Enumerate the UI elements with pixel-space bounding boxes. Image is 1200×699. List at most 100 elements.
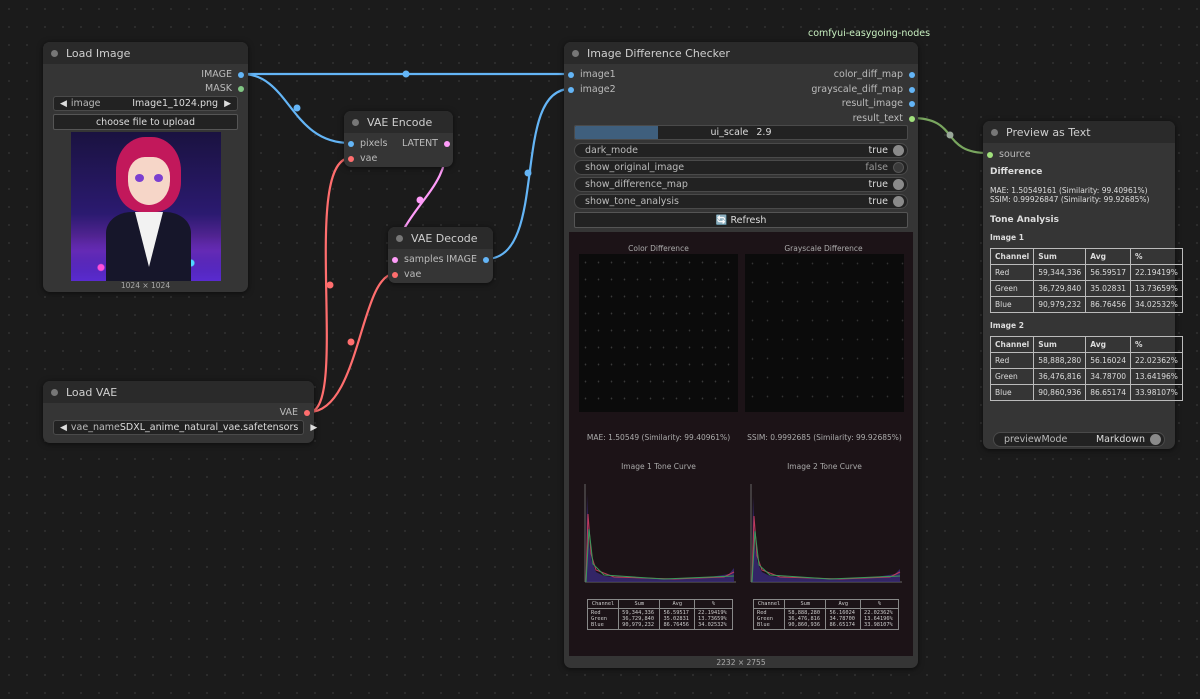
node-title-bar[interactable]: Load Image	[43, 42, 248, 64]
image-difference-checker-node[interactable]: Image Difference Checker image1 image2 c…	[564, 42, 918, 668]
node-title-bar[interactable]: VAE Encode	[344, 111, 453, 133]
show-original-image-toggle[interactable]: show_original_image false	[574, 160, 908, 175]
input-image1-slot[interactable]: image1	[568, 69, 616, 80]
node-title-bar[interactable]: VAE Decode	[388, 227, 493, 249]
input-image2-slot[interactable]: image2	[568, 84, 616, 95]
toggle-knob-icon[interactable]	[893, 162, 904, 173]
arrow-right-icon[interactable]: ▶	[310, 423, 317, 433]
toggle-knob-icon[interactable]	[893, 196, 904, 207]
node-title: VAE Encode	[367, 115, 433, 129]
output-pin-icon[interactable]	[238, 71, 244, 78]
input-pin-icon[interactable]	[568, 71, 574, 78]
input-samples-slot[interactable]: samples	[392, 254, 444, 265]
output-latent-slot[interactable]: LATENT	[402, 138, 450, 149]
input-vae-slot[interactable]: vae	[348, 153, 377, 164]
input-pin-icon[interactable]	[392, 256, 398, 263]
arrow-left-icon[interactable]: ◀	[60, 99, 67, 109]
wire-result-text-to-preview	[911, 116, 989, 155]
load-vae-node[interactable]: Load VAE VAE ◀ vae_name SDXL_anime_natur…	[43, 381, 317, 443]
collapse-dot-icon[interactable]	[51, 49, 58, 57]
output-vae-slot[interactable]: VAE	[280, 407, 310, 418]
markdown-output: Difference MAE: 1.50549161 (Similarity: …	[989, 167, 1183, 401]
combo-value: Image1_1024.png	[132, 98, 219, 109]
load-image-node[interactable]: Load Image IMAGE MASK ◀ image Image1_102…	[43, 42, 248, 292]
output-pin-icon[interactable]	[444, 140, 450, 147]
table-row: Green 36,476,816 34.78700 13.64196%	[989, 368, 1183, 385]
gray-diff-map	[745, 254, 904, 412]
vae-decode-node[interactable]: VAE Decode samples vae IMAGE	[388, 227, 493, 283]
output-grayscale-diff-map-slot[interactable]: grayscale_diff_map	[811, 84, 915, 95]
wire-decode-image-to-checker-image2	[485, 87, 571, 261]
image2-table: Channel Sum Avg% Red 58,888,280 56.16024 22.0…	[989, 336, 1183, 401]
output-color-diff-map-slot[interactable]: color_diff_map	[834, 69, 915, 80]
tone-curve-2-chart	[750, 484, 902, 583]
output-pin-icon[interactable]	[909, 86, 915, 93]
output-pin-icon[interactable]	[909, 115, 915, 122]
image1-table: Channel Sum Avg% Red 59,344,336 56.59517 22.1…	[989, 248, 1183, 313]
output-pin-icon[interactable]	[238, 85, 244, 92]
output-image-slot[interactable]: IMAGE	[201, 69, 244, 80]
toggle-knob-icon[interactable]	[893, 145, 904, 156]
toggle-value: true	[868, 145, 889, 156]
vae-encode-node[interactable]: VAE Encode pixels vae LATENT	[344, 111, 453, 167]
output-pin-icon[interactable]	[909, 100, 915, 107]
input-pin-icon[interactable]	[392, 271, 398, 278]
collapse-dot-icon[interactable]	[51, 388, 58, 396]
gray-diff-title: Grayscale Difference	[784, 244, 863, 253]
ssim-line: SSIM: 0.99926847 (Similarity: 99.92685%)	[990, 195, 1150, 204]
preview-as-text-node[interactable]: Preview as Text source Difference MAE: 1…	[983, 121, 1183, 449]
output-mask-slot[interactable]: MASK	[205, 83, 244, 94]
toggle-knob-icon[interactable]	[893, 179, 904, 190]
input-vae-slot[interactable]: vae	[392, 269, 421, 280]
dark-mode-toggle[interactable]: dark_mode true	[574, 143, 908, 158]
group-label: comfyui-easygoing-nodes	[808, 28, 931, 39]
output-pin-icon[interactable]	[483, 256, 489, 263]
input-pixels-slot[interactable]: pixels	[348, 138, 387, 149]
input-pin-icon[interactable]	[348, 140, 354, 147]
node-title-bar[interactable]: Preview as Text	[983, 121, 1175, 143]
collapse-dot-icon[interactable]	[572, 49, 579, 57]
toggle-label: show_original_image	[585, 162, 685, 173]
collapse-dot-icon[interactable]	[352, 118, 359, 126]
toggle-knob-icon[interactable]	[1150, 434, 1161, 445]
node-title: Image Difference Checker	[587, 46, 730, 60]
toggle-value: true	[868, 196, 889, 207]
collapse-dot-icon[interactable]	[991, 128, 998, 136]
show-tone-analysis-toggle[interactable]: show_tone_analysis true	[574, 194, 908, 209]
node-title-bar[interactable]: Image Difference Checker	[564, 42, 918, 64]
toggle-label: dark_mode	[585, 145, 638, 156]
upload-button[interactable]: choose file to upload	[53, 114, 238, 130]
input-source-slot[interactable]: source	[987, 149, 1031, 160]
table-row: Blue 90,860,936 86.65174 33.98107%	[989, 384, 1183, 401]
output-pin-icon[interactable]	[909, 71, 915, 78]
image1-heading: Image 1	[990, 233, 1024, 242]
wire-image-to-vae-encode	[241, 72, 351, 145]
arrow-left-icon[interactable]: ◀	[60, 423, 67, 433]
node-title: Load VAE	[66, 385, 118, 399]
vae-name-combo[interactable]: ◀ vae_name SDXL_anime_natural_vae.safete…	[53, 420, 317, 435]
preview-mode-toggle[interactable]: previewMode Markdown	[993, 432, 1165, 447]
collapse-dot-icon[interactable]	[396, 234, 403, 242]
slider-value: 2.9	[756, 127, 772, 138]
toggle-value: false	[865, 162, 888, 173]
output-result-image-slot[interactable]: result_image	[842, 98, 915, 109]
tone-table-1: Channel Sum Avg% Red Green Blue 59,344,336 36…	[586, 599, 733, 630]
image-combo[interactable]: ◀ image Image1_1024.png ▶	[53, 96, 238, 111]
output-result-text-slot[interactable]: result_text	[853, 113, 915, 124]
output-pin-icon[interactable]	[304, 409, 310, 416]
combo-value: SDXL_anime_natural_vae.safetensors	[119, 422, 299, 433]
output-image-slot[interactable]: IMAGE	[446, 254, 489, 265]
image-dims: 1024 × 1024	[120, 281, 171, 290]
input-pin-icon[interactable]	[987, 151, 993, 158]
node-title: Load Image	[66, 46, 131, 60]
node-title-bar[interactable]: Load VAE	[43, 381, 314, 403]
toggle-label: previewMode	[1004, 434, 1068, 445]
refresh-button[interactable]: 🔄 Refresh	[574, 212, 908, 228]
input-pin-icon[interactable]	[568, 86, 574, 93]
ui-scale-slider[interactable]: ui_scale 2.9	[574, 125, 908, 140]
input-pin-icon[interactable]	[348, 155, 354, 162]
arrow-right-icon[interactable]: ▶	[224, 99, 231, 109]
toggle-value: Markdown	[1095, 434, 1145, 445]
show-difference-map-toggle[interactable]: show_difference_map true	[574, 177, 908, 192]
table-row: Green 36,729,840 35.02831 13.73659%	[989, 280, 1183, 297]
